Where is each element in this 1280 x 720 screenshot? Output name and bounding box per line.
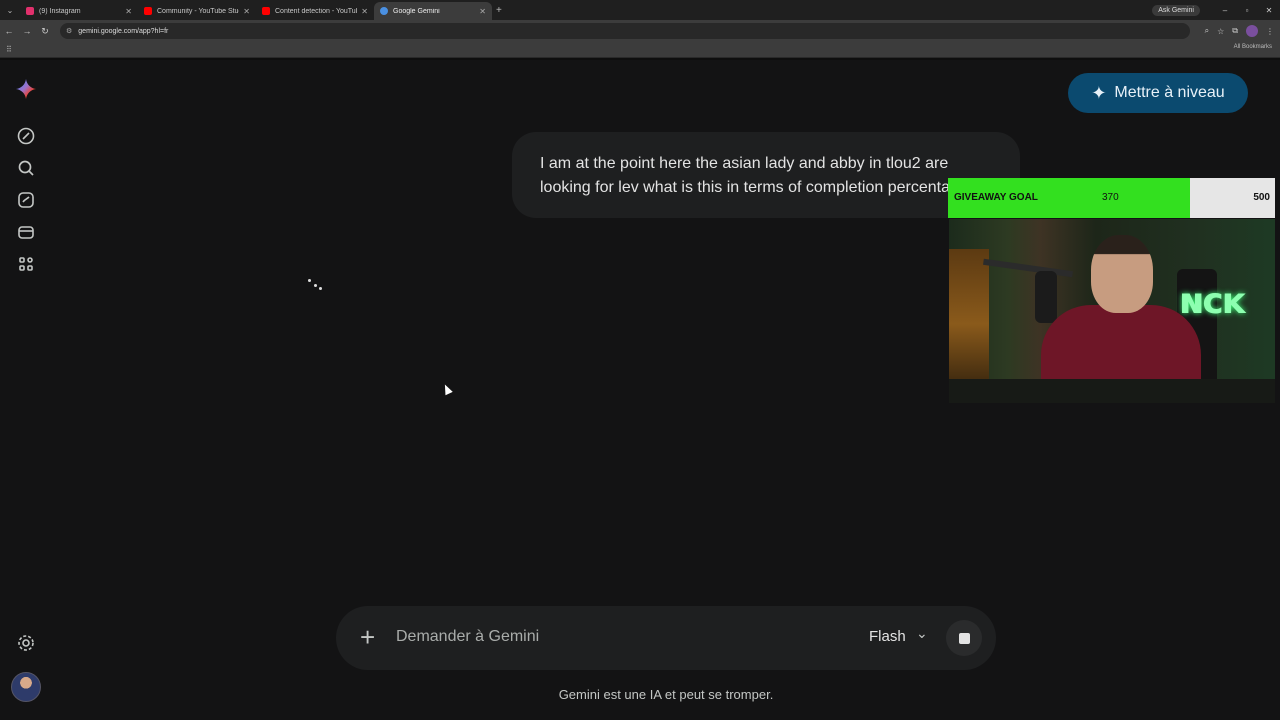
webcam-lamp	[949, 249, 989, 399]
neon-sign-graphic: ɴᴄᴋ	[1179, 281, 1246, 322]
chevron-down-icon[interactable]: ⌄	[916, 625, 928, 642]
back-icon[interactable]: ←	[0, 26, 18, 36]
bookmark-star-icon[interactable]: ☆	[1217, 27, 1224, 36]
giveaway-goal-bar: GIVEAWAY GOAL 370 500	[948, 178, 1275, 218]
stop-icon	[958, 632, 970, 644]
apps-grid-icon[interactable]: ⠿	[6, 45, 12, 54]
url-text: gemini.google.com/app?hl=fr	[78, 27, 169, 35]
goal-label: GIVEAWAY GOAL	[954, 192, 1038, 203]
search-icon[interactable]	[15, 157, 37, 179]
tab-instagram[interactable]: (9) Instagram ✕	[20, 2, 138, 20]
tab-title: Community - YouTube Studio	[157, 7, 240, 15]
goal-target: 500	[1253, 192, 1270, 203]
bookmarks-bar: ⠿ All Bookmarks	[0, 42, 1280, 58]
user-avatar[interactable]	[11, 672, 41, 702]
user-message-text: I am at the point here the asian lady an…	[540, 155, 968, 196]
gems-icon[interactable]	[15, 189, 37, 211]
youtube-favicon-icon	[262, 7, 270, 15]
settings-gear-icon[interactable]	[15, 632, 37, 654]
browser-menu-icon[interactable]: ⋮	[1266, 27, 1274, 36]
youtube-favicon-icon	[144, 7, 152, 15]
zoom-icon[interactable]: ⌕	[1205, 26, 1209, 36]
new-tab-button[interactable]: +	[496, 5, 502, 16]
side-rail	[0, 60, 52, 720]
tab-title: (9) Instagram	[39, 7, 81, 15]
profile-avatar-icon[interactable]	[1246, 25, 1258, 37]
instagram-favicon-icon	[26, 7, 34, 15]
tab-google-gemini[interactable]: Google Gemini ✕	[374, 2, 492, 20]
add-attachment-icon[interactable]: +	[360, 622, 375, 652]
address-bar[interactable]: ⚙ gemini.google.com/app?hl=fr	[60, 23, 1190, 39]
site-info-icon[interactable]: ⚙	[66, 27, 72, 35]
extensions-icon[interactable]: ⧉	[1232, 26, 1238, 36]
minimize-icon[interactable]: –	[1214, 6, 1236, 15]
gemini-favicon-icon	[380, 7, 388, 15]
close-tab-icon[interactable]: ✕	[361, 7, 368, 16]
close-tab-icon[interactable]: ✕	[125, 7, 132, 16]
toolbar-actions: ⌕ ☆ ⧉ ⋮	[1205, 20, 1274, 42]
desk	[949, 379, 1275, 403]
user-message-bubble: I am at the point here the asian lady an…	[512, 132, 1020, 218]
goal-current: 370	[1102, 192, 1119, 203]
microphone-icon	[1035, 271, 1057, 323]
tab-title: Content detection - YouTube St	[275, 7, 357, 15]
video-icon[interactable]	[15, 221, 37, 243]
prompt-composer[interactable]: + Demander à Gemini Flash ⌄	[336, 606, 996, 670]
new-chat-icon[interactable]	[15, 125, 37, 147]
upgrade-button[interactable]: ✦ Mettre à niveau	[1068, 73, 1248, 113]
prompt-input[interactable]: Demander à Gemini	[396, 628, 539, 646]
ask-gemini-button[interactable]: Ask Gemini	[1152, 4, 1200, 16]
mic-arm	[983, 258, 1073, 278]
sparkle-icon: ✦	[1091, 82, 1107, 103]
close-window-icon[interactable]: ✕	[1258, 6, 1280, 15]
mouse-cursor-icon	[441, 382, 453, 396]
stop-generating-button[interactable]	[946, 620, 982, 656]
browser-tab-strip: ⌄ (9) Instagram ✕ Community - YouTube St…	[0, 0, 1280, 20]
tab-title: Google Gemini	[393, 7, 440, 15]
model-selector[interactable]: Flash	[869, 628, 906, 645]
upgrade-label: Mettre à niveau	[1114, 84, 1225, 101]
restore-icon[interactable]: ▫	[1236, 6, 1258, 15]
loading-spinner-icon	[306, 278, 326, 292]
webcam-overlay: ɴᴄᴋ	[949, 219, 1275, 403]
browser-toolbar: ← → ↻ ⚙ gemini.google.com/app?hl=fr ⌕ ☆ …	[0, 20, 1280, 42]
disclaimer-text: Gemini est une IA et peut se tromper.	[558, 687, 774, 702]
close-tab-icon[interactable]: ✕	[243, 7, 250, 16]
gemini-logo-icon[interactable]	[15, 78, 37, 100]
tab-content-detection[interactable]: Content detection - YouTube St ✕	[256, 2, 374, 20]
forward-icon[interactable]: →	[18, 26, 36, 36]
window-controls: Ask Gemini – ▫ ✕	[1152, 0, 1280, 20]
tab-search-icon[interactable]: ⌄	[0, 0, 20, 20]
apps-icon[interactable]	[15, 253, 37, 275]
all-bookmarks-link[interactable]: All Bookmarks	[1234, 44, 1272, 50]
streamer-head	[1091, 235, 1153, 313]
tab-community-youtube-studio[interactable]: Community - YouTube Studio ✕	[138, 2, 256, 20]
reload-icon[interactable]: ↻	[36, 26, 54, 37]
close-tab-icon[interactable]: ✕	[479, 7, 486, 16]
